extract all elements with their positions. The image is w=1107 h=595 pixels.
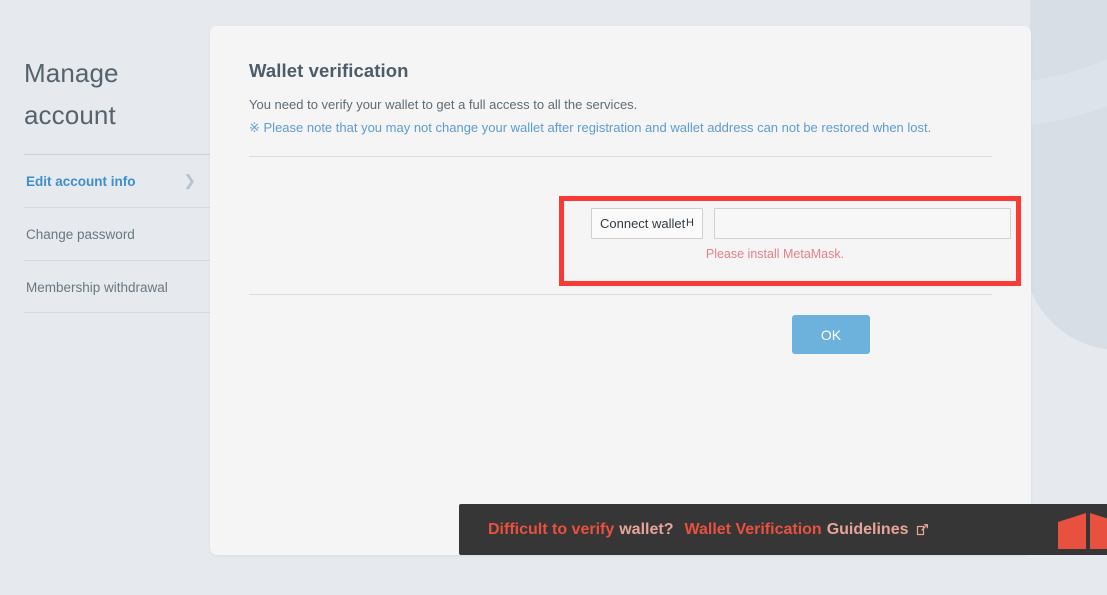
sidebar-item-change-password[interactable]: Change password: [24, 207, 210, 260]
panel-description: You need to verify your wallet to get a …: [249, 97, 638, 112]
sidebar: Manage account Edit account info ❯ Chang…: [24, 52, 210, 313]
banner-text-1: Difficult to verify: [488, 520, 615, 538]
sidebar-item-label: Edit account info: [26, 174, 136, 189]
wallet-verification-card: Wallet verification You need to verify y…: [210, 26, 1107, 555]
divider-bottom: [249, 294, 992, 295]
card-header-area: Wallet verification You need to verify y…: [249, 26, 992, 157]
banner-text: Difficult to verify wallet? Wallet Verif…: [488, 504, 929, 555]
sidebar-item-label: Change password: [26, 227, 135, 242]
external-link-icon: [916, 523, 929, 536]
page-title: Wallet verification: [249, 60, 409, 81]
guidelines-banner[interactable]: Difficult to verify wallet? Wallet Verif…: [459, 504, 1107, 555]
divider-top: [249, 156, 992, 157]
chevron-right-icon: ❯: [183, 172, 196, 190]
wallet-select[interactable]: Connect wallet: [591, 208, 703, 239]
wallet-address-input[interactable]: [714, 208, 1011, 239]
sidebar-item-label: Membership withdrawal: [26, 280, 168, 295]
wallet-connect-row: Connect wallet Н: [591, 208, 1011, 239]
wallet-select-wrapper: Connect wallet Н: [591, 208, 703, 239]
sidebar-title: Manage account: [24, 58, 119, 130]
ok-button[interactable]: OK: [792, 315, 870, 354]
background-blob-small: [1024, 160, 1107, 350]
sidebar-item-membership-withdrawal[interactable]: Membership withdrawal: [24, 260, 210, 313]
banner-text-4: Guidelines: [826, 520, 909, 538]
wallet-error-message: Please install MetaMask.: [705, 247, 845, 261]
panel-note: ※ Please note that you may not change yo…: [249, 120, 932, 135]
brand-logo: [1058, 513, 1107, 549]
banner-text-2: wallet?: [619, 520, 674, 538]
sidebar-item-edit-account-info[interactable]: Edit account info ❯: [24, 154, 210, 207]
banner-text-3: Wallet Verification: [684, 520, 822, 538]
